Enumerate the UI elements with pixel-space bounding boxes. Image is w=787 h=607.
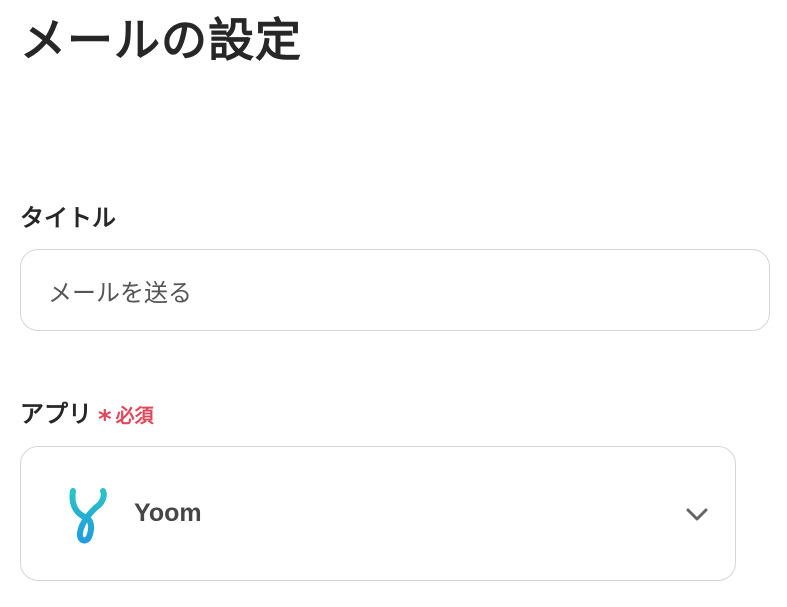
chevron-down-icon[interactable] [685,507,709,523]
title-label-text: タイトル [20,204,116,232]
app-label-text: アプリ [20,400,92,428]
yoom-logo-icon [69,488,107,544]
title-input[interactable] [20,249,770,331]
required-asterisk: * [98,405,112,435]
page-title: メールの設定 [20,13,302,67]
title-field-label: タイトル [20,198,116,233]
app-select-dropdown[interactable]: Yoom [20,446,736,581]
selected-app-name: Yoom [134,499,202,527]
app-field-label: アプリ * 必須 [20,394,154,435]
required-badge: 必須 [115,405,154,427]
